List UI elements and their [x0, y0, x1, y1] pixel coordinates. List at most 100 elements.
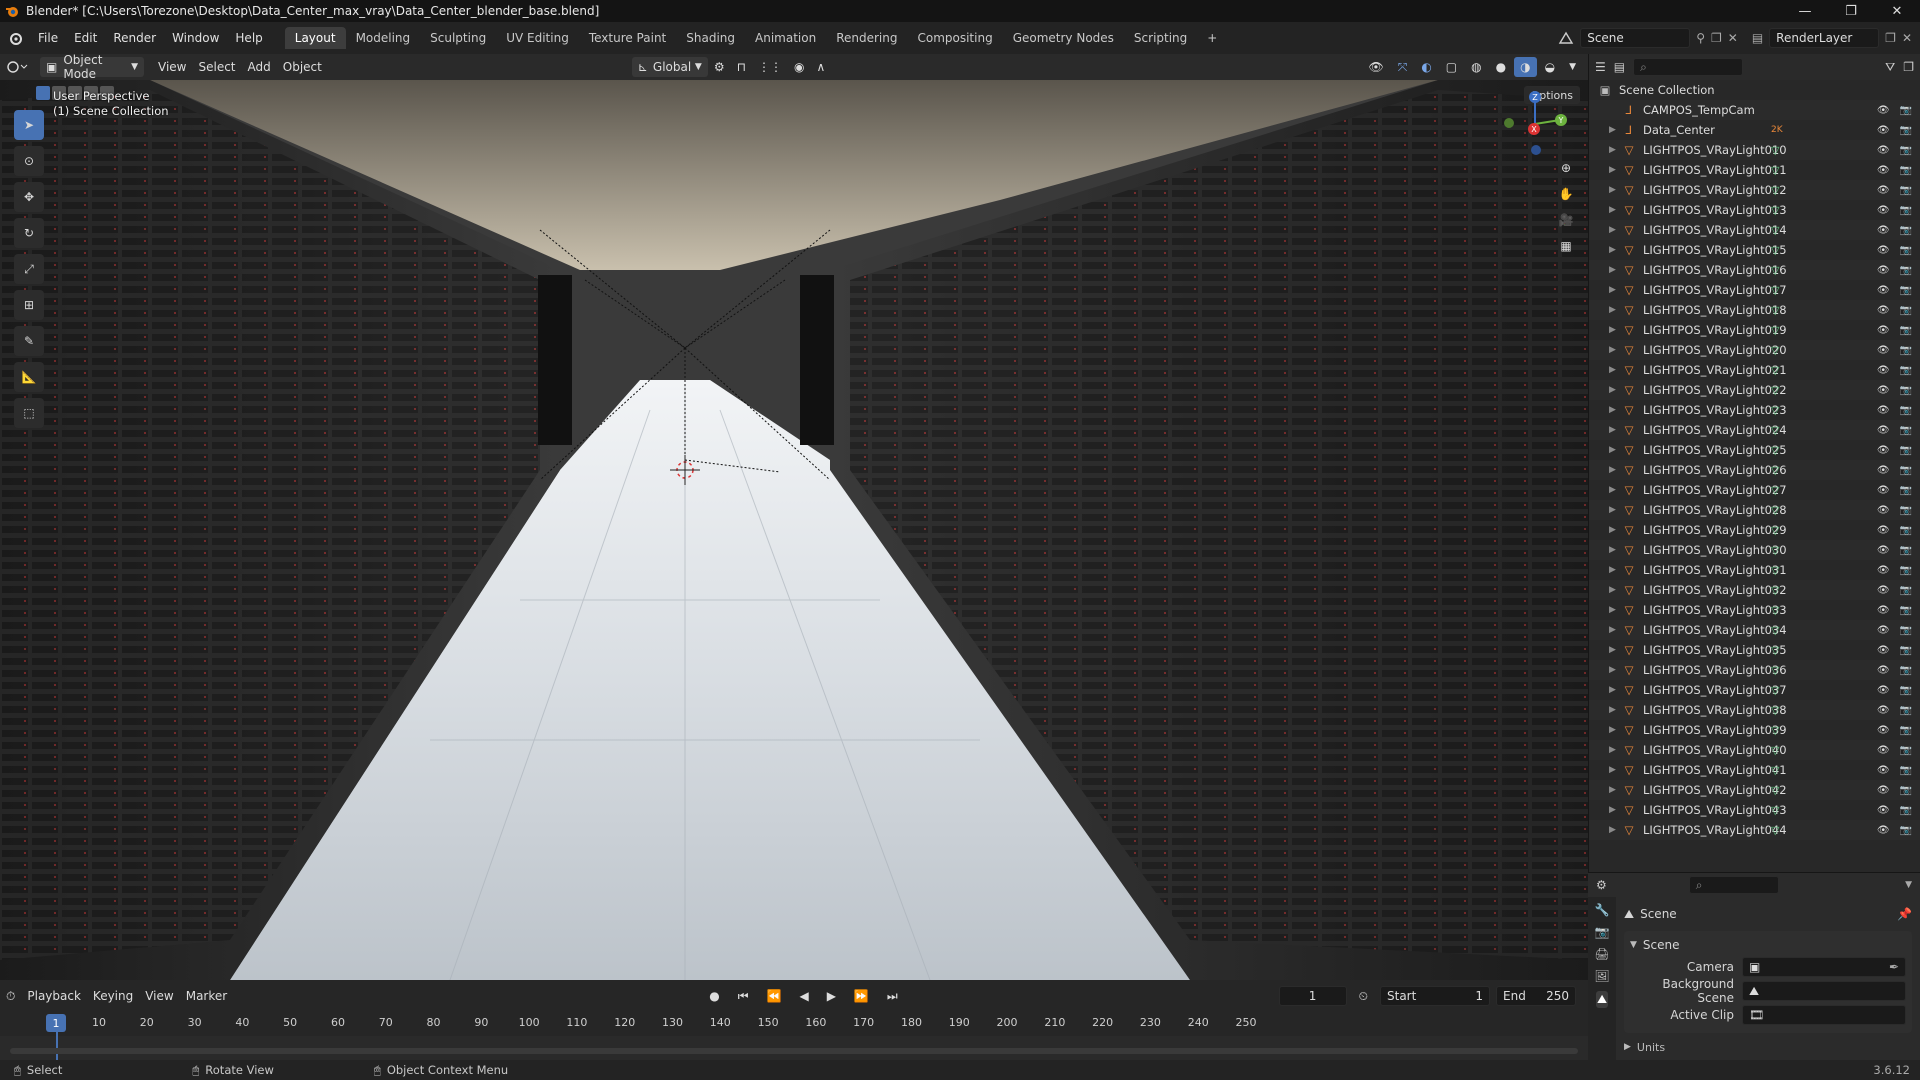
solid-shading-icon[interactable]: ●	[1490, 57, 1512, 77]
visibility-eye-icon[interactable]: 👁	[1877, 345, 1890, 356]
mesh-data-icon[interactable]: ▽	[1771, 504, 1779, 517]
render-camera-icon[interactable]: 📷	[1900, 625, 1912, 636]
mesh-data-icon[interactable]: ▽	[1771, 204, 1779, 217]
expand-arrow-icon[interactable]: ▶	[1609, 625, 1621, 635]
outliner-item[interactable]: ▶ ▽ LIGHTPOS_VRayLight024 ▽ 👁 📷	[1589, 420, 1920, 440]
render-camera-icon[interactable]: 📷	[1900, 205, 1912, 216]
visibility-eye-icon[interactable]: 👁	[1877, 285, 1890, 296]
move-tool[interactable]: ✥	[14, 182, 44, 212]
outliner-item[interactable]: ▶ ▽ LIGHTPOS_VRayLight031 ▽ 👁 📷	[1589, 560, 1920, 580]
expand-arrow-icon[interactable]: ▶	[1609, 705, 1621, 715]
tab-sculpting[interactable]: Sculpting	[420, 27, 496, 49]
outliner-item[interactable]: ▶ ▽ LIGHTPOS_VRayLight016 ▽ 👁 📷	[1589, 260, 1920, 280]
rotate-tool[interactable]: ↻	[14, 218, 44, 248]
expand-arrow-icon[interactable]: ▶	[1609, 445, 1621, 455]
visibility-eye-icon[interactable]: 👁	[1877, 685, 1890, 696]
outliner-item[interactable]: ▶ ▽ LIGHTPOS_VRayLight036 ▽ 👁 📷	[1589, 660, 1920, 680]
expand-arrow-icon[interactable]: ▶	[1609, 585, 1621, 595]
playhead[interactable]: 1	[46, 1014, 66, 1032]
background-scene-field[interactable]: ⛰	[1742, 981, 1906, 1001]
cursor-tool[interactable]: ⊙	[14, 146, 44, 176]
outliner-item[interactable]: ▶ ▽ LIGHTPOS_VRayLight021 ▽ 👁 📷	[1589, 360, 1920, 380]
outliner-item[interactable]: ▶ ▽ LIGHTPOS_VRayLight027 ▽ 👁 📷	[1589, 480, 1920, 500]
navigation-gizmo[interactable]: Z Y X	[1500, 88, 1570, 160]
tab-rendering[interactable]: Rendering	[826, 27, 907, 49]
outliner-item[interactable]: ▶ ▽ LIGHTPOS_VRayLight020 ▽ 👁 📷	[1589, 340, 1920, 360]
outliner-item[interactable]: ▶ ▽ LIGHTPOS_VRayLight019 ▽ 👁 📷	[1589, 320, 1920, 340]
visibility-eye-icon[interactable]: 👁	[1877, 825, 1890, 836]
tab-animation[interactable]: Animation	[745, 27, 826, 49]
mesh-data-icon[interactable]: ▽	[1771, 344, 1779, 357]
current-frame-field[interactable]: 1	[1278, 986, 1347, 1006]
scene-icon[interactable]	[1558, 31, 1574, 45]
outliner-item[interactable]: ▶ ▽ LIGHTPOS_VRayLight023 ▽ 👁 📷	[1589, 400, 1920, 420]
measure-tool[interactable]: 📐	[14, 362, 44, 392]
tab-geometry-nodes[interactable]: Geometry Nodes	[1003, 27, 1124, 49]
expand-arrow-icon[interactable]: ▶	[1609, 785, 1621, 795]
visibility-eye-icon[interactable]: 👁	[1877, 425, 1890, 436]
outliner-item[interactable]: ▶ ▽ LIGHTPOS_VRayLight041 ▽ 👁 📷	[1589, 760, 1920, 780]
add-workspace-button[interactable]: +	[1197, 27, 1227, 49]
visibility-eye-icon[interactable]: 👁	[1877, 105, 1890, 116]
outliner-item[interactable]: ▶ ⅃ Data_Center 2K 👁 📷	[1589, 120, 1920, 140]
render-camera-icon[interactable]: 📷	[1900, 445, 1912, 456]
visibility-eye-icon[interactable]: 👁	[1877, 365, 1890, 376]
menu-timeline-view[interactable]: View	[139, 986, 179, 1006]
menu-add[interactable]: Add	[242, 57, 277, 77]
expand-arrow-icon[interactable]: ▶	[1609, 745, 1621, 755]
render-camera-icon[interactable]: 📷	[1900, 485, 1912, 496]
maximize-button[interactable]: ❐	[1828, 4, 1874, 19]
mesh-data-icon[interactable]: ▽	[1771, 164, 1779, 177]
overlay-toggle-icon[interactable]: ◐	[1415, 57, 1437, 77]
menu-select[interactable]: Select	[192, 57, 241, 77]
wireframe-shading-icon[interactable]: ◍	[1465, 57, 1487, 77]
new-collection-icon[interactable]: ❐	[1903, 60, 1914, 74]
mesh-data-icon[interactable]: ▽	[1771, 484, 1779, 497]
visibility-eye-icon[interactable]: 👁	[1877, 665, 1890, 676]
menu-window[interactable]: Window	[164, 31, 227, 45]
outliner-item[interactable]: ▶ ▽ LIGHTPOS_VRayLight044 ▽ 👁 📷	[1589, 820, 1920, 840]
preview-range-icon[interactable]: ⏲	[1353, 986, 1374, 1006]
outliner-item[interactable]: ▶ ▽ LIGHTPOS_VRayLight033 ▽ 👁 📷	[1589, 600, 1920, 620]
mesh-data-icon[interactable]: ▽	[1771, 704, 1779, 717]
outliner-item[interactable]: ▶ ▽ LIGHTPOS_VRayLight029 ▽ 👁 📷	[1589, 520, 1920, 540]
expand-arrow-icon[interactable]: ▶	[1609, 145, 1621, 155]
expand-arrow-icon[interactable]: ▶	[1609, 505, 1621, 515]
render-camera-icon[interactable]: 📷	[1900, 565, 1912, 576]
xray-icon[interactable]: ▢	[1440, 57, 1463, 77]
transform-orientation-dropdown[interactable]: ⊾ Global ▼	[631, 57, 708, 77]
transform-tool[interactable]: ⊞	[14, 290, 44, 320]
outliner-item[interactable]: ▶ ▽ LIGHTPOS_VRayLight030 ▽ 👁 📷	[1589, 540, 1920, 560]
mesh-data-icon[interactable]: ▽	[1771, 284, 1779, 297]
menu-playback[interactable]: Playback	[21, 986, 87, 1006]
render-camera-icon[interactable]: 📷	[1900, 405, 1912, 416]
prev-keyframe-icon[interactable]: ⏪	[761, 986, 788, 1006]
view-layer-selector[interactable]: RenderLayer	[1769, 28, 1880, 48]
render-camera-icon[interactable]: 📷	[1900, 425, 1912, 436]
render-camera-icon[interactable]: 📷	[1900, 685, 1912, 696]
mesh-data-icon[interactable]: ▽	[1771, 304, 1779, 317]
outliner-search-input[interactable]: ⌕	[1633, 58, 1744, 76]
render-camera-icon[interactable]: 📷	[1900, 525, 1912, 536]
render-camera-icon[interactable]: 📷	[1900, 805, 1912, 816]
outliner-item[interactable]: ▶ ▽ LIGHTPOS_VRayLight039 ▽ 👁 📷	[1589, 720, 1920, 740]
output-tab-icon[interactable]: 🖨	[1594, 947, 1609, 961]
add-cube-tool[interactable]: ⬚	[14, 398, 44, 428]
render-camera-icon[interactable]: 📷	[1900, 785, 1912, 796]
render-camera-icon[interactable]: 📷	[1900, 345, 1912, 356]
expand-arrow-icon[interactable]: ▶	[1609, 525, 1621, 535]
remove-scene-icon[interactable]: ✕	[1728, 31, 1738, 45]
render-camera-icon[interactable]: 📷	[1900, 165, 1912, 176]
visibility-eye-icon[interactable]: 👁	[1877, 485, 1890, 496]
outliner-item[interactable]: ▶ ▽ LIGHTPOS_VRayLight017 ▽ 👁 📷	[1589, 280, 1920, 300]
render-camera-icon[interactable]: 📷	[1900, 605, 1912, 616]
mesh-data-icon[interactable]: ▽	[1771, 604, 1779, 617]
expand-arrow-icon[interactable]: ▶	[1609, 765, 1621, 775]
render-camera-icon[interactable]: 📷	[1900, 185, 1912, 196]
render-camera-icon[interactable]: 📷	[1900, 105, 1912, 116]
scene-selector[interactable]: Scene	[1580, 28, 1691, 48]
expand-arrow-icon[interactable]: ▶	[1609, 265, 1621, 275]
outliner-item[interactable]: ⅃ CAMPOS_TempCam 👁 📷	[1589, 100, 1920, 120]
outliner-item[interactable]: ▶ ▽ LIGHTPOS_VRayLight038 ▽ 👁 📷	[1589, 700, 1920, 720]
frame-ruler[interactable]: 10 20 30 40 50 60 70 80 90 100 110 120 130 140 150 160 1…	[0, 1012, 1588, 1036]
